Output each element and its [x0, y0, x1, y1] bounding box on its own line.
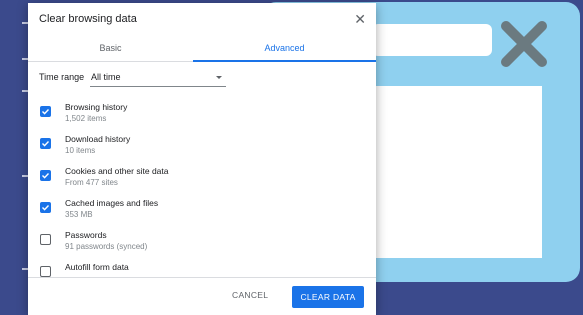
background-illustration-bar: [372, 24, 492, 56]
time-range-value: All time: [91, 72, 121, 82]
list-item[interactable]: Cached images and files 353 MB: [28, 195, 376, 227]
time-range-label: Time range: [39, 72, 85, 82]
chevron-down-icon: [216, 76, 222, 79]
item-label: Cookies and other site data: [65, 166, 169, 176]
data-type-list: Browsing history 1,502 items Download hi…: [28, 99, 376, 277]
time-range-select[interactable]: All time: [90, 70, 226, 87]
item-detail: From 477 sites: [65, 178, 118, 187]
item-detail: 10 items: [65, 146, 96, 155]
checkbox-download-history[interactable]: [40, 138, 51, 149]
item-label: Download history: [65, 134, 131, 144]
tab-bar: Basic Advanced: [28, 37, 376, 62]
clear-data-button[interactable]: CLEAR DATA: [292, 286, 364, 308]
list-item[interactable]: Passwords 91 passwords (synced): [28, 227, 376, 259]
close-icon[interactable]: ✕: [354, 9, 366, 29]
tab-basic[interactable]: Basic: [28, 37, 193, 59]
item-detail: 91 passwords (synced): [65, 242, 148, 251]
background-page-edge: [0, 0, 28, 315]
list-item[interactable]: Cookies and other site data From 477 sit…: [28, 163, 376, 195]
checkbox-browsing-history[interactable]: [40, 106, 51, 117]
item-detail: 1,502 items: [65, 114, 107, 123]
list-item[interactable]: Download history 10 items: [28, 131, 376, 163]
close-illustration-icon: [501, 21, 547, 67]
dialog-title: Clear browsing data: [39, 13, 137, 25]
item-detail: 353 MB: [65, 210, 93, 219]
item-label: Browsing history: [65, 102, 128, 112]
clear-browsing-data-dialog: Clear browsing data ✕ Basic Advanced Tim…: [28, 3, 376, 315]
list-item[interactable]: Browsing history 1,502 items: [28, 99, 376, 131]
checkbox-cookies[interactable]: [40, 170, 51, 181]
checkbox-autofill[interactable]: [40, 266, 51, 277]
checkbox-passwords[interactable]: [40, 234, 51, 245]
active-tab-indicator: [193, 60, 376, 62]
dialog-footer: CANCEL CLEAR DATA: [28, 277, 376, 315]
item-label: Cached images and files: [65, 198, 159, 208]
tab-advanced[interactable]: Advanced: [193, 37, 376, 59]
cancel-button[interactable]: CANCEL: [232, 290, 268, 300]
list-item[interactable]: Autofill form data: [28, 259, 376, 277]
background-illustration-pane: [372, 86, 542, 258]
item-label: Autofill form data: [65, 262, 129, 272]
checkbox-cached-images[interactable]: [40, 202, 51, 213]
item-label: Passwords: [65, 230, 107, 240]
